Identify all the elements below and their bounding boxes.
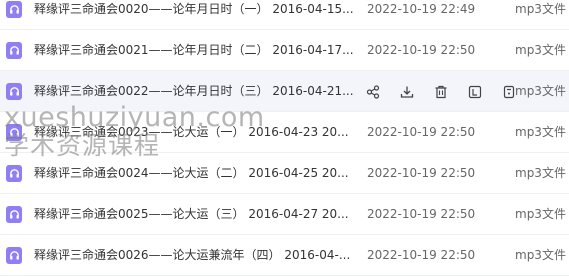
file-row[interactable]: 释缘评三命通会0021——论年月日时（二） 2016-04-17... 2022… [0, 30, 569, 71]
file-name[interactable]: 释缘评三命通会0024——论大运（二） 2016-04-25 20... [34, 153, 354, 194]
file-row[interactable]: 释缘评三命通会0023——论大运（一） 2016-04-23 20... 202… [0, 112, 569, 153]
file-row[interactable]: 释缘评三命通会0020——论年月日时（一） 2016-04-15... 2022… [0, 0, 569, 30]
file-row[interactable]: 释缘评三命通会0026——论大运兼流年（四） 2016-04-... 2022-… [0, 235, 569, 276]
headphones-icon [6, 165, 22, 182]
headphones-icon [6, 206, 22, 223]
file-date: 2022-10-19 22:50 [367, 125, 476, 139]
download-icon[interactable] [399, 84, 415, 100]
file-list: 释缘评三命通会0020——论年月日时（一） 2016-04-15... 2022… [0, 0, 569, 276]
headphones-icon [6, 1, 22, 18]
file-name[interactable]: 释缘评三命通会0026——论大运兼流年（四） 2016-04-... [34, 235, 354, 276]
file-type: mp3文件 [515, 43, 566, 57]
delete-icon[interactable] [433, 84, 449, 100]
file-date: 2022-10-19 22:50 [367, 43, 476, 57]
headphones-icon [6, 42, 22, 59]
file-date: 2022-10-19 22:49 [367, 2, 476, 16]
row-actions [365, 71, 535, 112]
file-date: 2022-10-19 22:50 [367, 207, 476, 221]
file-row-hovered[interactable]: 释缘评三命通会0022——论年月日时（三） 2016-04-21... mp3文… [0, 71, 569, 112]
copy-icon[interactable] [467, 84, 483, 100]
share-icon[interactable] [365, 84, 381, 100]
file-type: mp3文件 [515, 125, 566, 139]
headphones-icon [6, 83, 22, 100]
file-date: 2022-10-19 22:50 [367, 166, 476, 180]
file-name[interactable]: 释缘评三命通会0020——论年月日时（一） 2016-04-15... [34, 0, 354, 30]
file-row[interactable]: 释缘评三命通会0025——论大运（三） 2016-04-27 20... 202… [0, 194, 569, 235]
file-type: mp3文件 [515, 166, 566, 180]
headphones-icon [6, 124, 22, 141]
file-date: 2022-10-19 22:50 [367, 248, 476, 262]
file-row[interactable]: 释缘评三命通会0024——论大运（二） 2016-04-25 20... 202… [0, 153, 569, 194]
headphones-icon [6, 247, 22, 264]
file-name[interactable]: 释缘评三命通会0021——论年月日时（二） 2016-04-17... [34, 30, 354, 71]
file-type: mp3文件 [515, 84, 566, 98]
file-name[interactable]: 释缘评三命通会0025——论大运（三） 2016-04-27 20... [34, 194, 354, 235]
file-name[interactable]: 释缘评三命通会0022——论年月日时（三） 2016-04-21... [34, 71, 354, 112]
file-type: mp3文件 [515, 207, 566, 221]
file-type: mp3文件 [515, 2, 566, 16]
file-type: mp3文件 [515, 248, 566, 262]
file-name[interactable]: 释缘评三命通会0023——论大运（一） 2016-04-23 20... [34, 112, 354, 153]
